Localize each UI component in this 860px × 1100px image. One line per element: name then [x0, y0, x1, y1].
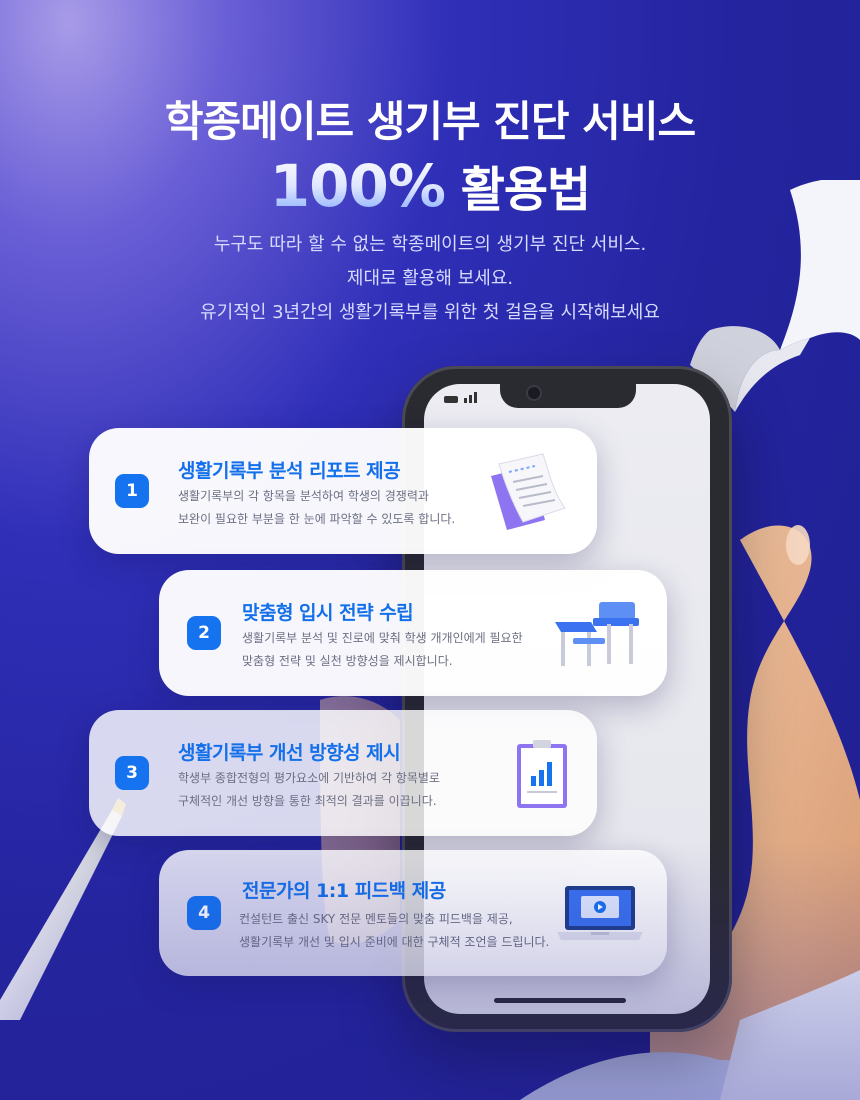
- title-percent: 100%: [269, 152, 446, 220]
- clipboard-chart-icon: [517, 740, 567, 808]
- page: 학종메이트 생기부 진단 서비스 100% 활용법 누구도 따라 할 수 없는 …: [0, 0, 860, 1100]
- step-number-badge: 3: [115, 756, 149, 790]
- feature-title: 생활기록부 분석 리포트 제공: [178, 460, 401, 482]
- feature-card-2: 2 맞춤형 입시 전략 수립 생활기록부 분석 및 진로에 맞춰 학생 개개인에…: [159, 570, 667, 696]
- description-line: 맞춤형 전략 및 실천 방향성을 제시합니다.: [242, 654, 453, 668]
- description-line: 학생부 종합전형의 평가요소에 기반하여 각 항목별로: [178, 771, 440, 785]
- feature-description: 생활기록부 분석 및 진로에 맞춰 학생 개개인에게 필요한 맞춤형 전략 및 …: [242, 627, 523, 673]
- step-number-badge: 4: [187, 896, 221, 930]
- feature-description: 생활기록부의 각 항목을 분석하여 학생의 경쟁력과 보완이 필요한 부분을 한…: [178, 485, 455, 531]
- description-line: 구체적인 개선 방향을 통한 최적의 결과를 이끕니다.: [178, 794, 437, 808]
- step-number-badge: 1: [115, 474, 149, 508]
- feature-card-3: 3 생활기록부 개선 방향성 제시 학생부 종합전형의 평가요소에 기반하여 각…: [89, 710, 597, 836]
- step-number-badge: 2: [187, 616, 221, 650]
- description-line: 보완이 필요한 부분을 한 눈에 파악할 수 있도록 합니다.: [178, 512, 456, 526]
- feature-title: 전문가의 1:1 피드백 제공: [242, 880, 446, 902]
- camera-icon: [528, 387, 540, 399]
- feature-description: 학생부 종합전형의 평가요소에 기반하여 각 항목별로 구체적인 개선 방향을 …: [178, 767, 440, 813]
- feature-card-1: 1 생활기록부 분석 리포트 제공 생활기록부의 각 항목을 분석하여 학생의 …: [89, 428, 597, 554]
- signal-icon: [464, 392, 477, 403]
- description-line: 생활기록부 분석 및 진로에 맞춰 학생 개개인에게 필요한: [242, 631, 523, 645]
- phone-status-bar: [444, 392, 477, 403]
- title-rest: 활용법: [460, 162, 591, 218]
- feature-card-4: 4 전문가의 1:1 피드백 제공 컨설턴트 출신 SKY 전문 멘토들의 맞춤…: [159, 850, 667, 976]
- feature-title: 생활기록부 개선 방향성 제시: [178, 742, 401, 764]
- laptop-video-icon: [557, 886, 643, 940]
- description-line: 생활기록부의 각 항목을 분석하여 학생의 경쟁력과: [178, 489, 429, 503]
- home-indicator: [494, 998, 626, 1003]
- report-document-icon: [491, 453, 566, 530]
- page-title: 학종메이트 생기부 진단 서비스: [164, 97, 696, 146]
- description-line: 생활기록부 개선 및 입시 준비에 대한 구체적 조언을 드립니다.: [239, 935, 550, 949]
- school-desk-icon: [555, 602, 639, 666]
- feature-title: 맞춤형 입시 전략 수립: [242, 602, 414, 624]
- description-line: 컨설턴트 출신 SKY 전문 멘토들의 맞춤 피드백을 제공,: [239, 912, 513, 926]
- phone-notch: [500, 378, 636, 408]
- feature-description: 컨설턴트 출신 SKY 전문 멘토들의 맞춤 피드백을 제공, 생활기록부 개선…: [239, 908, 549, 954]
- battery-icon: [444, 396, 458, 403]
